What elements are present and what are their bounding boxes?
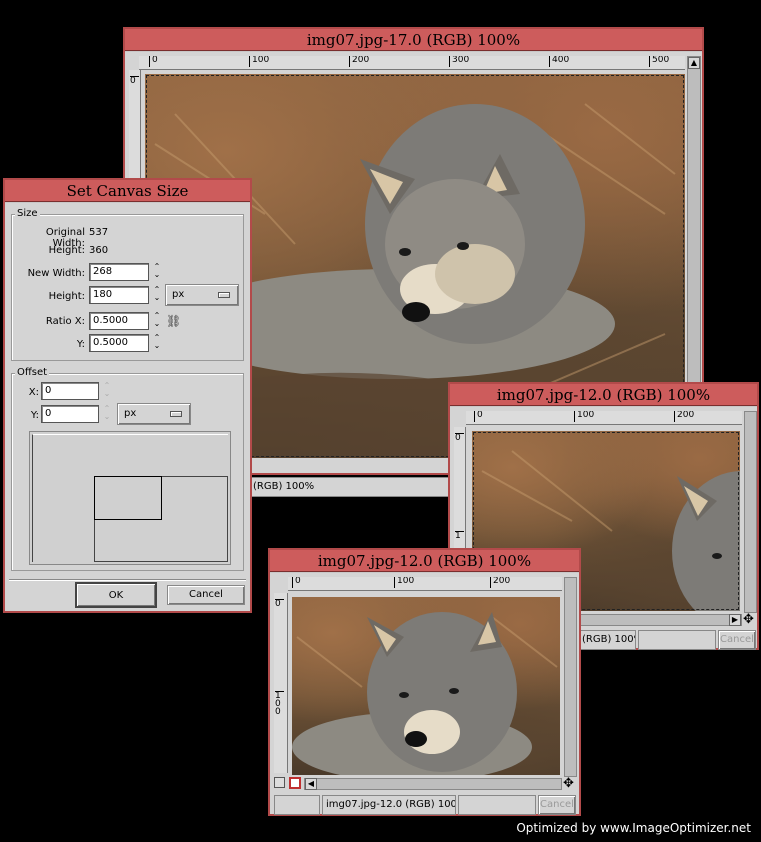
ruler-tick: 500 (649, 56, 669, 67)
quickmask-icon[interactable] (274, 777, 285, 788)
new-height-input[interactable]: 180 (89, 286, 149, 304)
horizontal-ruler: 0 100 200 300 400 500 (139, 56, 685, 70)
scroll-up-icon[interactable]: ▲ (688, 57, 700, 69)
dialog-title[interactable]: Set Canvas Size (5, 180, 250, 202)
ratio-y-label: Y: (76, 339, 85, 350)
offset-x-label: X: (28, 387, 39, 398)
scroll-left-icon[interactable]: ◀ (305, 778, 317, 790)
original-height-value: 360 (89, 245, 109, 256)
ruler-tick: 200 (490, 577, 510, 588)
status-bar: (RGB) 100% (578, 630, 636, 650)
original-width-value: 537 (89, 227, 109, 238)
set-canvas-size-dialog[interactable]: Set Canvas Size Size Original Width: 537… (3, 178, 252, 613)
horizontal-ruler: 0 100 200 (288, 577, 562, 591)
offset-unit-select[interactable]: px (117, 403, 191, 425)
ruler-tick: 1 0 0 (275, 691, 284, 717)
scroll-right-icon[interactable]: ▶ (729, 614, 741, 626)
option-indicator-icon (218, 292, 230, 298)
ruler-tick: 400 (549, 56, 569, 67)
ratio-x-spin-icon[interactable]: ⌃ ⌄ (151, 312, 163, 330)
offset-x-input[interactable]: 0 (41, 382, 99, 400)
ruler-tick: 0 (474, 411, 483, 422)
ruler-tick: 200 (674, 411, 694, 422)
ruler-tick: 0 (130, 76, 139, 86)
status-bar: img07.jpg-12.0 (RGB) 100% (322, 795, 456, 815)
ruler-tick: 200 (349, 56, 369, 67)
ruler-tick: 100 (394, 577, 414, 588)
offset-unit-value: px (124, 408, 137, 419)
navigate-icon[interactable]: ✥ (743, 612, 754, 627)
status-bar: (RGB) 100% (249, 477, 449, 497)
ratio-x-input[interactable]: 0.5000 (89, 312, 149, 330)
new-width-spin-icon[interactable]: ⌃ ⌄ (151, 263, 163, 281)
chain-link-icon[interactable]: ⛓ (166, 314, 181, 328)
ratio-y-input[interactable]: 0.5000 (89, 334, 149, 352)
offset-x-spin-icon[interactable]: ⌃ ⌄ (101, 382, 113, 400)
vertical-scrollbar[interactable] (564, 577, 577, 777)
ruler-tick: 0 (292, 577, 301, 588)
offset-y-label: Y: (30, 410, 39, 421)
cancel-button[interactable]: Cancel (167, 585, 245, 605)
new-width-input[interactable]: 268 (89, 263, 149, 281)
cancel-button[interactable]: Cancel (538, 795, 576, 815)
size-unit-value: px (172, 289, 185, 300)
watermark-text: Optimized by www.ImageOptimizer.net (516, 821, 751, 835)
ruler-tick: 100 (249, 56, 269, 67)
layer-frame[interactable] (94, 476, 162, 520)
status-left (274, 795, 320, 815)
ruler-tick: 0 (455, 433, 464, 443)
window-title[interactable]: img07.jpg-12.0 (RGB) 100% (450, 384, 757, 406)
offset-frame-label: Offset (15, 367, 50, 378)
ratio-y-spin-icon[interactable]: ⌃ ⌄ (151, 334, 163, 352)
mask-toggle-icon[interactable] (289, 777, 301, 789)
wolf-photo[interactable] (292, 597, 560, 775)
new-height-spin-icon[interactable]: ⌃ ⌄ (151, 286, 163, 304)
ruler-tick: 1 (455, 531, 464, 541)
original-height-label: Height: (48, 245, 85, 256)
size-unit-select[interactable]: px (165, 284, 239, 306)
ok-button[interactable]: OK (75, 582, 157, 608)
status-progress (458, 795, 536, 815)
new-width-label: New Width: (27, 268, 85, 279)
ruler-tick: 300 (449, 56, 469, 67)
ruler-tick: 100 (574, 411, 594, 422)
offset-y-spin-icon[interactable]: ⌃ ⌄ (101, 405, 113, 423)
image-window-third[interactable]: img07.jpg-12.0 (RGB) 100% 0 100 200 0 1 … (268, 548, 581, 816)
option-indicator-icon (170, 411, 182, 417)
window-title[interactable]: img07.jpg-12.0 (RGB) 100% (270, 550, 579, 572)
ratio-x-label: Ratio X: (45, 316, 85, 327)
new-height-label: Height: (48, 291, 85, 302)
vertical-scrollbar[interactable] (744, 411, 757, 613)
cancel-button[interactable]: Cancel (718, 630, 756, 650)
offset-y-input[interactable]: 0 (41, 405, 99, 423)
wolf-image (292, 612, 558, 775)
navigate-icon[interactable]: ✥ (563, 776, 574, 791)
separator (9, 579, 246, 581)
window-title[interactable]: img07.jpg-17.0 (RGB) 100% (125, 29, 702, 51)
offset-preview[interactable] (29, 431, 231, 565)
ruler-tick: 0 (149, 56, 158, 67)
size-frame-label: Size (15, 208, 40, 219)
horizontal-ruler: 0 100 200 (466, 411, 742, 425)
vertical-ruler: 0 1 0 0 (274, 593, 288, 773)
horizontal-scrollbar[interactable]: ◀ (304, 778, 562, 790)
ruler-tick: 0 (275, 599, 284, 609)
status-progress (638, 630, 716, 650)
